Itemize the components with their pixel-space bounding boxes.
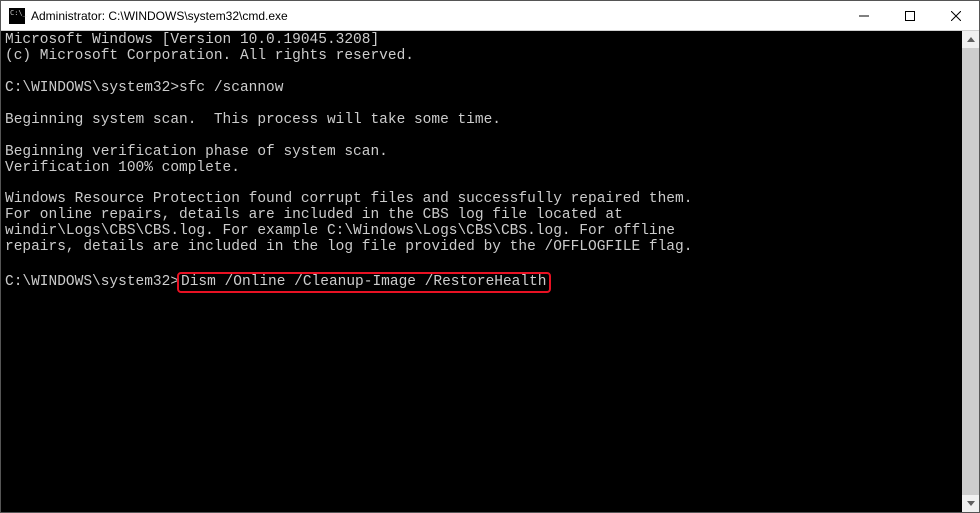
prompt-path: C:\WINDOWS\system32> [5, 80, 179, 96]
minimize-button[interactable] [841, 1, 887, 30]
output-line: (c) Microsoft Corporation. All rights re… [5, 48, 414, 64]
output-line: Windows Resource Protection found corrup… [5, 191, 692, 207]
scrollbar-up-button[interactable] [962, 31, 979, 48]
scrollbar-thumb[interactable] [962, 48, 979, 495]
window-title: Administrator: C:\WINDOWS\system32\cmd.e… [31, 9, 841, 23]
window-titlebar: Administrator: C:\WINDOWS\system32\cmd.e… [1, 1, 979, 31]
prompt-path: C:\WINDOWS\system32> [5, 274, 179, 290]
close-button[interactable] [933, 1, 979, 30]
output-line: For online repairs, details are included… [5, 207, 623, 223]
scrollbar-down-button[interactable] [962, 495, 979, 512]
terminal-output[interactable]: Microsoft Windows [Version 10.0.19045.32… [1, 31, 979, 512]
output-line: Verification 100% complete. [5, 160, 240, 176]
output-line: Beginning system scan. This process will… [5, 112, 501, 128]
scrollbar-track[interactable] [962, 48, 979, 495]
output-line: Beginning verification phase of system s… [5, 144, 388, 160]
output-line: windir\Logs\CBS\CBS.log. For example C:\… [5, 223, 675, 239]
terminal-wrapper: Microsoft Windows [Version 10.0.19045.32… [1, 31, 979, 512]
cmd-icon [9, 8, 25, 24]
command-text: sfc /scannow [179, 80, 283, 96]
vertical-scrollbar[interactable] [962, 31, 979, 512]
window-controls [841, 1, 979, 30]
highlighted-command: Dism /Online /Cleanup-Image /RestoreHeal… [177, 272, 550, 293]
maximize-button[interactable] [887, 1, 933, 30]
output-line: repairs, details are included in the log… [5, 239, 692, 255]
output-line: Microsoft Windows [Version 10.0.19045.32… [5, 32, 379, 48]
command-text: Dism /Online /Cleanup-Image /RestoreHeal… [181, 274, 546, 290]
